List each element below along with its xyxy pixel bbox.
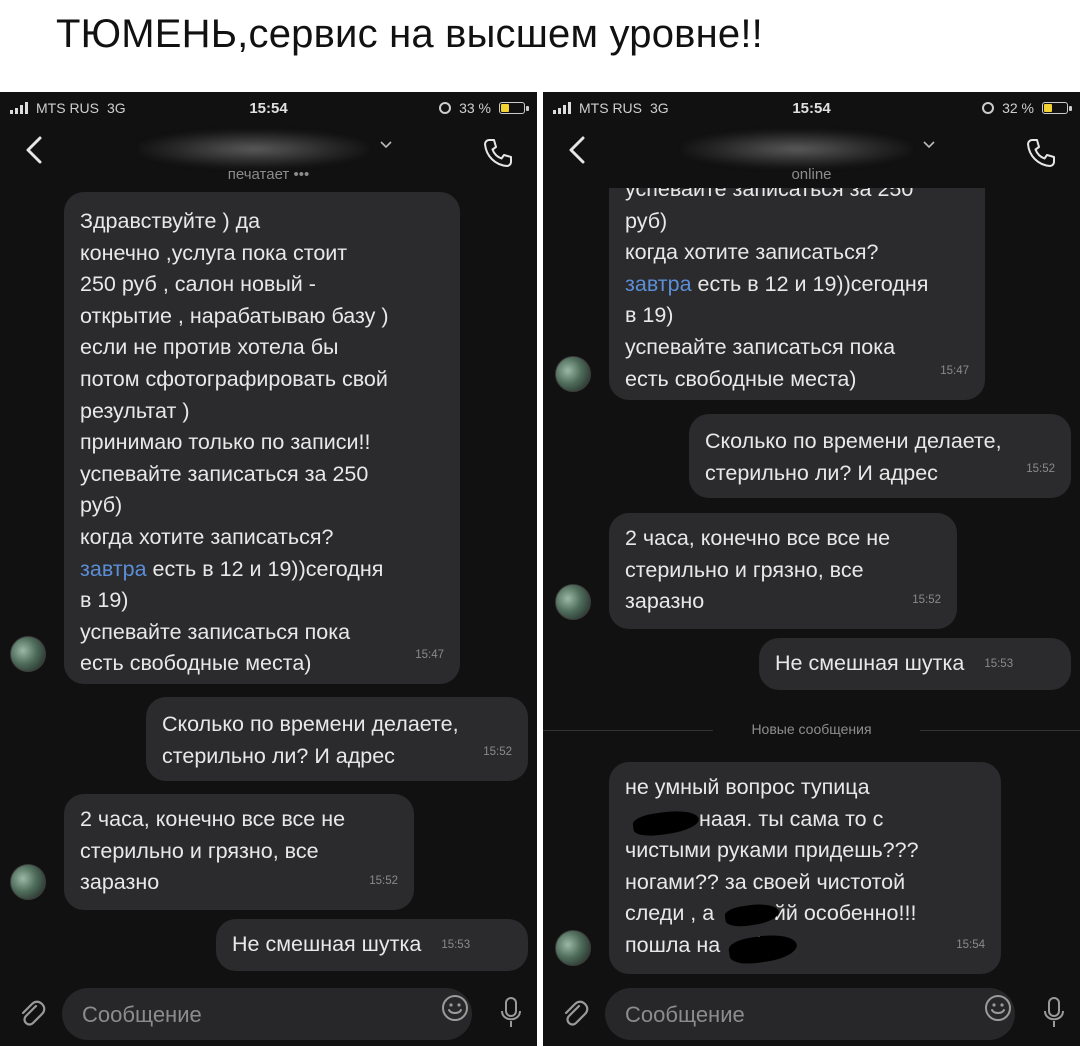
battery-percent: 32 % [1002,100,1034,116]
message-text: Здравствуйте ) да конечно ,услуга пока с… [80,209,389,676]
message-text: Сколько по времени делаете, [162,712,459,736]
message-time: 15:53 [441,938,471,951]
back-icon[interactable] [561,132,597,168]
chevron-down-icon[interactable] [922,138,936,152]
contact-status: печатает ••• [227,166,310,183]
new-messages-divider: Новые сообщения [543,721,1080,741]
message-time: 15:54 [956,939,985,952]
headline-caption: ТЮМЕНЬ,сервис на высшем уровне!! [0,0,1080,92]
chat-header: печатает ••• [0,126,537,188]
message-input-bar: Сообщение [0,982,537,1046]
rotation-lock-icon [982,102,995,114]
message-text: стерильно и грязно, все [625,557,864,582]
battery-percent: 33 % [459,100,491,116]
incoming-message[interactable]: 2 часа, конечно все все не стерильно и г… [64,794,414,910]
avatar[interactable] [10,636,46,672]
status-bar: MTS RUS 3G 15:54 32 % [543,92,1080,126]
message-text: руб) [625,208,668,233]
message-text: следи , а нойй особенно!!! [625,901,917,926]
incoming-message[interactable]: успевайте записаться за 250 руб) когда х… [609,188,985,400]
message-text: ногами?? за своей чистотой [625,869,906,894]
message-text: есть свободные места) [625,366,857,391]
message-text: Сколько по времени делаете, [705,429,1002,453]
message-time: 15:52 [1026,463,1055,476]
message-text: успевайте записаться за 250 [625,188,914,201]
chat-header: online [543,126,1080,188]
microphone-icon[interactable] [1042,996,1066,1030]
avatar[interactable] [555,930,591,966]
message-text: Не смешная шутка [775,651,965,675]
message-text: стерильно и грязно, все [80,838,319,863]
message-text: стерильно ли? И адрес [162,743,395,768]
phone-screenshot-left: MTS RUS 3G 15:54 33 % печатает ••• Здрав… [0,92,537,1046]
message-text: не умный вопрос тупица [625,775,870,799]
attachment-icon[interactable] [559,998,591,1030]
incoming-message[interactable]: Здравствуйте ) да конечно ,услуга пока с… [64,192,460,684]
avatar[interactable] [555,584,591,620]
outgoing-message[interactable]: Не смешная шутка 15:53 [216,919,528,971]
message-text: заразно [625,589,705,614]
message-text: 2 часа, конечно все все не [80,807,346,831]
outgoing-message[interactable]: Сколько по времени делаете, стерильно ли… [689,414,1071,498]
chevron-down-icon[interactable] [379,138,393,152]
new-messages-label: Новые сообщения [751,721,872,737]
incoming-message[interactable]: 2 часа, конечно все все не стерильно и г… [609,513,957,629]
phone-screenshot-right: MTS RUS 3G 15:54 32 % online успевайте з… [543,92,1080,1046]
back-icon[interactable] [18,132,54,168]
date-link[interactable]: завтра [80,557,147,581]
message-input-bar: Сообщение [543,982,1080,1046]
message-text: в 19) [625,303,674,328]
contact-name-blurred[interactable] [138,130,369,168]
message-text: пошла на й! [625,932,774,957]
message-time: 15:53 [984,657,1014,670]
message-text: 2 часа, конечно все все не [625,526,891,550]
message-time: 15:52 [912,594,941,607]
contact-status: online [791,166,832,183]
outgoing-message[interactable]: Сколько по времени делаете, стерильно ли… [146,697,528,781]
message-text: заразно [80,870,160,895]
message-text: Не смешная шутка [232,932,422,956]
phone-call-icon[interactable] [1024,136,1058,170]
message-text: чистыми руками придешь??? [625,838,919,863]
battery-icon [1042,102,1072,114]
message-text: стерильно ли? И адрес [705,460,938,485]
message-input[interactable]: Сообщение [605,988,1015,1040]
avatar[interactable] [555,356,591,392]
emoji-icon[interactable] [982,992,1014,1024]
microphone-icon[interactable] [499,996,523,1030]
attachment-icon[interactable] [16,998,48,1030]
incoming-message[interactable]: не умный вопрос тупица наая. ты сама то … [609,762,1001,974]
battery-icon [499,102,529,114]
contact-name-blurred[interactable] [681,130,912,168]
message-list: Здравствуйте ) да конечно ,услуга пока с… [0,188,537,982]
rotation-lock-icon [439,102,452,114]
phone-call-icon[interactable] [481,136,515,170]
avatar[interactable] [10,864,46,900]
message-text: успевайте записаться пока [625,334,896,359]
message-text: когда хотите записаться? [625,240,879,265]
message-time: 15:47 [415,649,444,662]
date-link[interactable]: завтра [625,272,692,296]
message-time: 15:47 [940,365,969,378]
status-bar: MTS RUS 3G 15:54 33 % [0,92,537,126]
message-text: завтра есть в 12 и 19))сегодня [625,271,929,296]
message-time: 15:52 [369,875,398,888]
emoji-icon[interactable] [439,992,471,1024]
outgoing-message[interactable]: Не смешная шутка 15:53 [759,638,1071,690]
message-list: успевайте записаться за 250 руб) когда х… [543,188,1080,982]
message-input[interactable]: Сообщение [62,988,472,1040]
message-time: 15:52 [483,746,512,759]
